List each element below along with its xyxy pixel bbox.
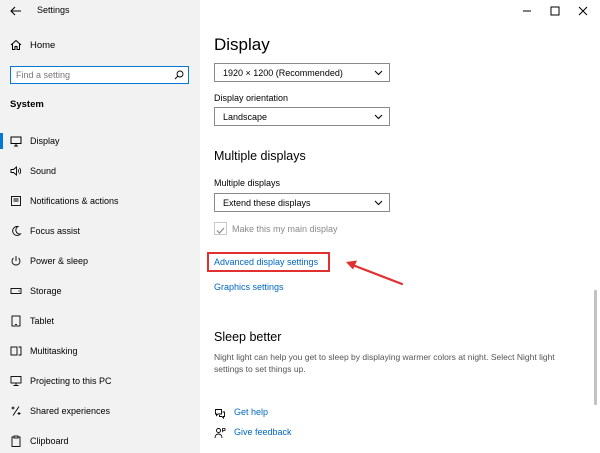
sidebar-item-shared-experiences[interactable]: Shared experiences bbox=[0, 400, 200, 422]
sidebar-item-label: Display bbox=[30, 136, 60, 146]
resolution-dropdown[interactable]: 1920 × 1200 (Recommended) bbox=[214, 63, 390, 82]
chevron-down-icon bbox=[374, 200, 383, 206]
page-title: Display bbox=[214, 35, 270, 54]
multiple-displays-heading: Multiple displays bbox=[214, 149, 306, 163]
graphics-settings-link[interactable]: Graphics settings bbox=[214, 282, 284, 292]
sidebar-item-power-sleep[interactable]: Power & sleep bbox=[0, 250, 200, 272]
home-label: Home bbox=[30, 40, 56, 51]
home-icon bbox=[10, 39, 22, 50]
sidebar-item-focus-assist[interactable]: Focus assist bbox=[0, 220, 200, 242]
scrollbar[interactable] bbox=[594, 290, 597, 405]
sidebar-item-notifications[interactable]: Notifications & actions bbox=[0, 190, 200, 212]
sidebar-item-label: Focus assist bbox=[30, 226, 81, 236]
annotation-arrow-icon bbox=[346, 260, 404, 286]
monitor-icon bbox=[10, 136, 22, 147]
advanced-display-settings-link[interactable]: Advanced display settings bbox=[214, 257, 318, 267]
checkmark-icon bbox=[216, 227, 225, 234]
get-help-row[interactable]: Get help bbox=[214, 406, 294, 420]
active-indicator bbox=[0, 133, 3, 149]
sidebar-item-projecting[interactable]: Projecting to this PC bbox=[0, 370, 200, 392]
projector-icon bbox=[10, 376, 22, 386]
feedback-person-icon bbox=[214, 428, 226, 439]
sidebar-item-clipboard[interactable]: Clipboard bbox=[0, 430, 200, 452]
sidebar-item-sound[interactable]: Sound bbox=[0, 160, 200, 182]
give-feedback-row[interactable]: Give feedback bbox=[214, 426, 304, 440]
sidebar-item-label: Sound bbox=[30, 166, 57, 176]
sidebar-item-label: Clipboard bbox=[30, 436, 69, 446]
orientation-value: Landscape bbox=[223, 112, 268, 122]
multiple-displays-dropdown[interactable]: Extend these displays bbox=[214, 193, 390, 212]
search-placeholder: Find a setting bbox=[16, 70, 71, 80]
power-icon bbox=[11, 256, 21, 266]
sidebar-item-label: Shared experiences bbox=[30, 406, 111, 416]
sidebar-item-label: Notifications & actions bbox=[30, 196, 119, 206]
shared-icon bbox=[11, 406, 21, 416]
orientation-label: Display orientation bbox=[214, 93, 289, 103]
sleep-better-heading: Sleep better bbox=[214, 330, 282, 344]
search-icon[interactable] bbox=[174, 70, 184, 80]
sidebar-item-tablet[interactable]: Tablet bbox=[0, 310, 200, 332]
sidebar: Settings Home Find a setting System Disp… bbox=[0, 0, 200, 453]
sidebar-item-label: Power & sleep bbox=[30, 256, 89, 266]
search-input[interactable]: Find a setting bbox=[10, 66, 189, 84]
notification-icon bbox=[11, 196, 21, 206]
maximize-icon[interactable] bbox=[545, 2, 565, 20]
multiple-displays-label: Multiple displays bbox=[214, 178, 281, 188]
close-icon[interactable] bbox=[573, 2, 593, 20]
clipboard-icon bbox=[11, 435, 21, 447]
sidebar-item-label: Storage bbox=[30, 286, 62, 296]
orientation-dropdown[interactable]: Landscape bbox=[214, 107, 390, 126]
minimize-icon[interactable] bbox=[517, 2, 537, 20]
sidebar-item-display[interactable]: Display bbox=[0, 130, 200, 152]
main-display-label: Make this my main display bbox=[232, 224, 338, 234]
tablet-icon bbox=[11, 315, 21, 327]
title-bar: Settings bbox=[0, 0, 200, 22]
storage-icon bbox=[10, 288, 22, 294]
sidebar-item-label: Projecting to this PC bbox=[30, 376, 112, 386]
multitasking-icon bbox=[10, 346, 22, 356]
moon-icon bbox=[12, 226, 22, 236]
chevron-down-icon bbox=[374, 70, 383, 76]
main-display-checkbox[interactable] bbox=[214, 222, 227, 235]
multiple-displays-value: Extend these displays bbox=[223, 198, 311, 208]
sidebar-item-multitasking[interactable]: Multitasking bbox=[0, 340, 200, 362]
speaker-icon bbox=[10, 166, 22, 176]
sidebar-item-label: Tablet bbox=[30, 316, 55, 326]
chevron-down-icon bbox=[374, 114, 383, 120]
help-chat-icon bbox=[215, 409, 225, 419]
sidebar-item-label: Multitasking bbox=[30, 346, 78, 356]
give-feedback-link[interactable]: Give feedback bbox=[234, 427, 292, 437]
section-title: System bbox=[10, 99, 44, 110]
back-arrow-icon[interactable] bbox=[8, 3, 24, 19]
home-nav-item[interactable]: Home bbox=[0, 36, 200, 56]
resolution-value: 1920 × 1200 (Recommended) bbox=[223, 68, 343, 78]
sleep-better-description: Night light can help you get to sleep by… bbox=[214, 352, 555, 374]
get-help-link[interactable]: Get help bbox=[234, 407, 268, 417]
sidebar-item-storage[interactable]: Storage bbox=[0, 280, 200, 302]
app-title: Settings bbox=[37, 5, 70, 15]
